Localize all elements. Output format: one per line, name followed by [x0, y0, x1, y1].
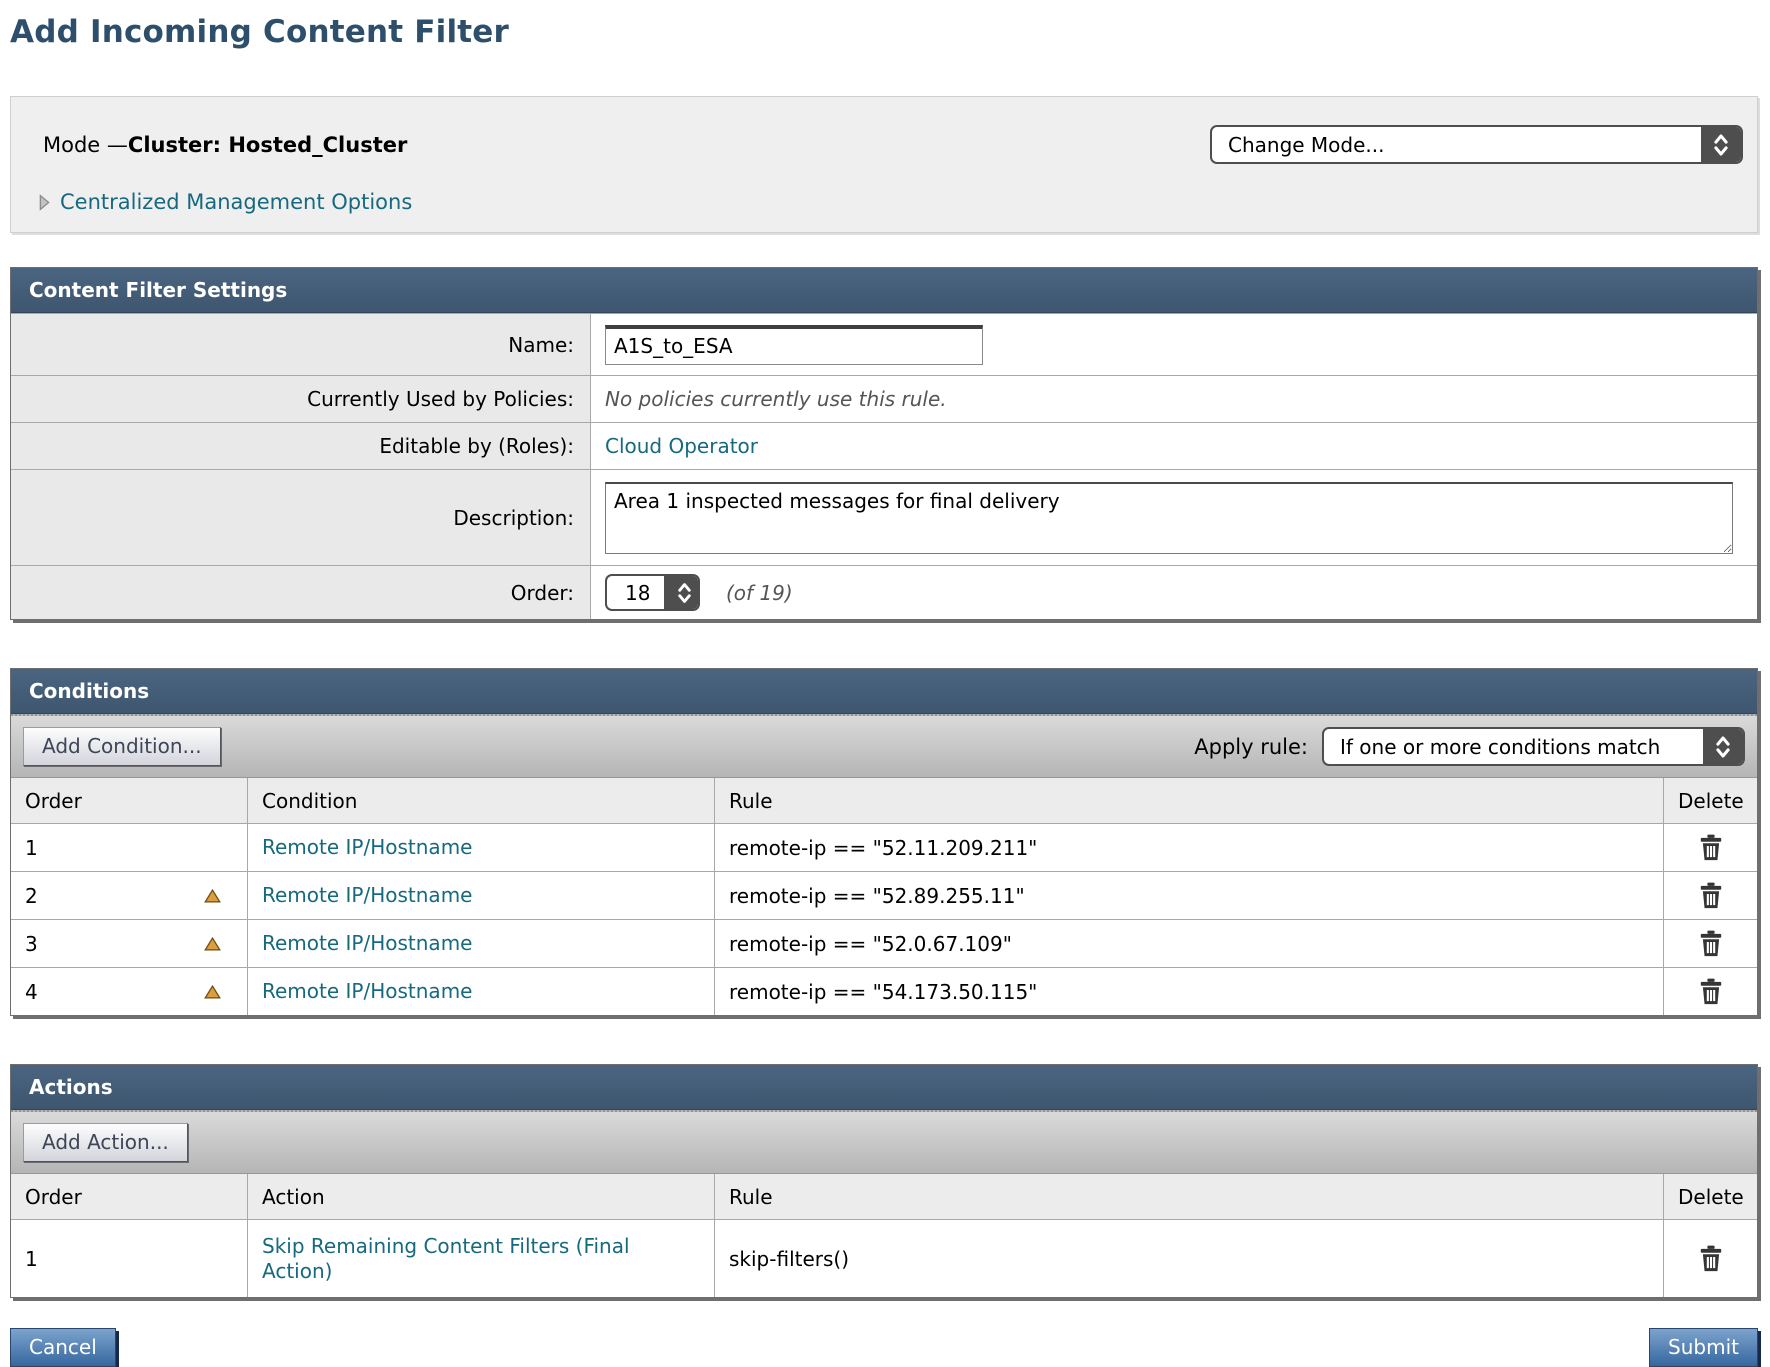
column-header-condition: Condition: [247, 778, 714, 823]
move-up-icon[interactable]: [204, 937, 221, 951]
condition-order: 4: [25, 980, 38, 1004]
column-header-rule: Rule: [714, 1174, 1663, 1219]
action-order: 1: [25, 1247, 38, 1271]
action-link[interactable]: Skip Remaining Content Filters (Final Ac…: [262, 1234, 700, 1284]
select-spinner-icon: [1701, 127, 1741, 162]
select-spinner-icon: [1703, 729, 1743, 764]
condition-row: 1 Remote IP/Hostname remote-ip == "52.11…: [11, 823, 1757, 871]
change-mode-select[interactable]: Change Mode...: [1210, 125, 1743, 164]
condition-link[interactable]: Remote IP/Hostname: [262, 931, 472, 956]
action-row: 1 Skip Remaining Content Filters (Final …: [11, 1219, 1757, 1297]
order-total: (of 19): [726, 581, 793, 605]
column-header-action: Action: [247, 1174, 714, 1219]
condition-link[interactable]: Remote IP/Hostname: [262, 979, 472, 1004]
conditions-panel-header: Conditions: [11, 669, 1757, 714]
conditions-panel: Conditions Add Condition... Apply rule: …: [10, 668, 1758, 1016]
delete-trash-icon[interactable]: [1699, 1245, 1723, 1272]
page-title: Add Incoming Content Filter: [10, 14, 1758, 50]
condition-row: 4 Remote IP/Hostname remote-ip == "54.17…: [11, 967, 1757, 1015]
condition-order: 3: [25, 932, 38, 956]
add-action-button[interactable]: Add Action...: [23, 1123, 188, 1162]
condition-row: 2 Remote IP/Hostname remote-ip == "52.89…: [11, 871, 1757, 919]
condition-rule: remote-ip == "52.11.209.211": [714, 824, 1663, 871]
condition-order: 1: [25, 836, 38, 860]
actions-panel: Actions Add Action... Order Action Rule …: [10, 1064, 1758, 1298]
condition-order: 2: [25, 884, 38, 908]
apply-rule-select[interactable]: If one or more conditions match: [1322, 727, 1745, 766]
centralized-management-options-link[interactable]: Centralized Management Options: [60, 190, 412, 214]
mode-box: Mode —Cluster: Hosted_Cluster Change Mod…: [10, 96, 1758, 233]
column-header-delete: Delete: [1663, 1174, 1757, 1219]
delete-trash-icon[interactable]: [1699, 882, 1723, 909]
column-header-rule: Rule: [714, 778, 1663, 823]
delete-trash-icon[interactable]: [1699, 930, 1723, 957]
apply-rule-label: Apply rule:: [1194, 735, 1308, 759]
actions-panel-header: Actions: [11, 1065, 1757, 1110]
condition-link[interactable]: Remote IP/Hostname: [262, 835, 472, 860]
editable-by-label: Editable by (Roles):: [11, 423, 591, 469]
order-label: Order:: [11, 566, 591, 619]
name-label: Name:: [11, 314, 591, 375]
delete-trash-icon[interactable]: [1699, 978, 1723, 1005]
disclosure-triangle-icon[interactable]: [39, 194, 50, 211]
condition-rule: remote-ip == "52.89.255.11": [714, 872, 1663, 919]
content-filter-settings-panel: Content Filter Settings Name: Currently …: [10, 267, 1758, 620]
action-rule: skip-filters(): [714, 1220, 1663, 1297]
description-textarea[interactable]: Area 1 inspected messages for final deli…: [605, 482, 1733, 554]
column-header-order: Order: [11, 778, 247, 823]
mode-value: Cluster: Hosted_Cluster: [128, 133, 407, 157]
policies-value: No policies currently use this rule.: [605, 387, 947, 411]
mode-label: Mode —: [43, 133, 128, 157]
condition-link[interactable]: Remote IP/Hostname: [262, 883, 472, 908]
column-header-order: Order: [11, 1174, 247, 1219]
move-up-icon[interactable]: [204, 985, 221, 999]
condition-row: 3 Remote IP/Hostname remote-ip == "52.0.…: [11, 919, 1757, 967]
add-condition-button[interactable]: Add Condition...: [23, 727, 221, 766]
name-input[interactable]: [605, 325, 983, 365]
move-up-icon[interactable]: [204, 889, 221, 903]
settings-panel-header: Content Filter Settings: [11, 268, 1757, 313]
policies-label: Currently Used by Policies:: [11, 376, 591, 422]
condition-rule: remote-ip == "54.173.50.115": [714, 968, 1663, 1015]
mode-text: Mode —Cluster: Hosted_Cluster: [33, 133, 407, 157]
delete-trash-icon[interactable]: [1699, 834, 1723, 861]
description-label: Description:: [11, 470, 591, 565]
condition-rule: remote-ip == "52.0.67.109": [714, 920, 1663, 967]
cancel-button[interactable]: Cancel: [10, 1328, 116, 1367]
order-select[interactable]: 18: [605, 574, 700, 611]
cloud-operator-link[interactable]: Cloud Operator: [605, 434, 758, 458]
column-header-delete: Delete: [1663, 778, 1757, 823]
submit-button[interactable]: Submit: [1649, 1328, 1758, 1367]
select-spinner-icon: [664, 576, 700, 609]
